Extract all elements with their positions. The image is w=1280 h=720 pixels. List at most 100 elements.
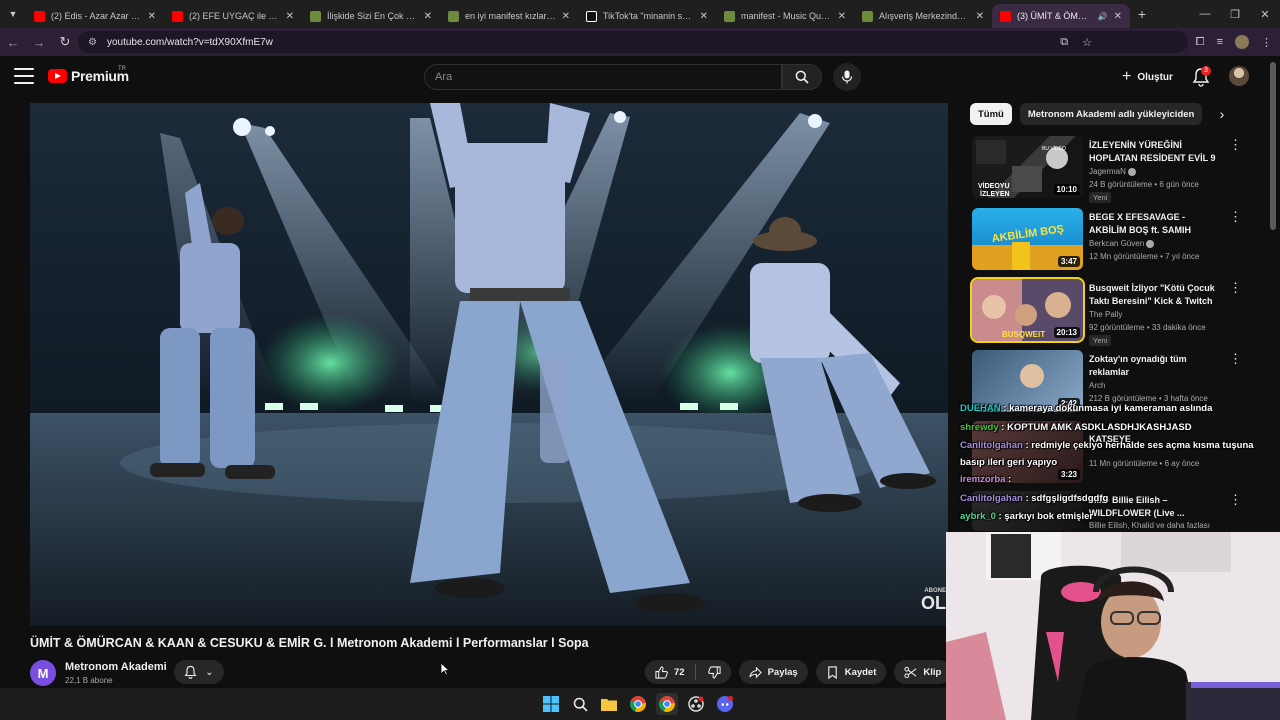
recommendation-item[interactable]: VİDEOYU İZLEYEN BU VİDEO 10:10 İZLEYENİN Y… <box>970 136 1250 203</box>
notification-preference-button[interactable]: ⌄ <box>174 660 224 684</box>
chrome-glyph <box>630 696 646 712</box>
browser-tab[interactable]: TikTok'ta "minanin sevgilis ✕ <box>578 4 716 28</box>
browser-tab[interactable]: (2) Edis - Azar Azar (Offic ✕ <box>26 4 164 28</box>
tab-close-icon[interactable]: ✕ <box>838 11 846 22</box>
clip-button[interactable]: Klip <box>894 660 952 684</box>
search-input[interactable] <box>425 65 781 89</box>
tab-close-icon[interactable]: ✕ <box>1114 11 1122 22</box>
chat-message: Canlitolgahan : sdfgşligdfsdgdfg <box>960 492 1109 504</box>
bookmark-star-icon[interactable]: ☆ <box>1082 36 1092 49</box>
svg-text:İZLEYEN: İZLEYEN <box>980 190 1010 198</box>
forward-icon[interactable]: → <box>26 35 52 50</box>
reload-icon[interactable]: ↻ <box>52 34 78 50</box>
windows-start-icon[interactable] <box>540 693 562 715</box>
tab-close-icon[interactable]: ✕ <box>148 11 156 22</box>
browser-tab[interactable]: manifest - Music Quiz - Ci ✕ <box>716 4 854 28</box>
thumbs-down-icon[interactable] <box>707 665 721 679</box>
recommendation-title[interactable]: Busqweit İzliyor "Kötü Çocuk Taktı Beres… <box>1089 282 1221 308</box>
youtube-header: Premium TR + Oluştur 3 <box>0 56 1280 98</box>
extensions-icon[interactable]: ⧠ <box>1196 36 1205 49</box>
share-button[interactable]: Paylaş <box>738 660 808 684</box>
save-button[interactable]: Kaydet <box>815 660 887 684</box>
site-favicon-icon <box>862 10 873 22</box>
speaker-icon[interactable]: 🔊 <box>1098 12 1108 21</box>
obs-icon[interactable] <box>685 693 707 715</box>
more-options-icon[interactable]: ⋮ <box>1229 138 1242 151</box>
video-thumbnail[interactable]: VİDEOYU İZLEYEN BU VİDEO 10:10 <box>972 136 1083 198</box>
subscribe-watermark: ABONE OL <box>921 588 946 612</box>
new-tab-button[interactable]: + <box>1130 6 1154 22</box>
recommendation-channel[interactable]: Berkcan Güven <box>1089 239 1155 248</box>
profile-avatar-icon[interactable] <box>1235 35 1249 49</box>
browser-tab[interactable]: Alışveriş Merkezinde Han ✕ <box>854 4 992 28</box>
channel-name[interactable]: Metronom Akademi <box>65 661 167 673</box>
recommendation-channel[interactable]: JagermaN <box>1089 167 1136 176</box>
channel-avatar[interactable]: M <box>30 660 56 686</box>
video-title: ÜMİT & ÖMÜRCAN & KAAN & CESUKU & EMİR G.… <box>30 636 589 650</box>
chat-message: aybrk_0 : şarkıyı bok etmişler <box>960 511 1094 522</box>
address-bar: ← → ↻ ⚙ youtube.com/watch?v=tdX90XfmE7w … <box>0 28 1280 56</box>
cast-icon[interactable]: ⧉ <box>1060 36 1068 49</box>
file-explorer-icon[interactable] <box>598 693 620 715</box>
recommendation-title[interactable]: İZLEYENİN YÜREĞİNİ HOPLATAN RESİDENT EVİ… <box>1089 139 1221 165</box>
restore-icon[interactable]: ❐ <box>1220 0 1250 28</box>
tab-title: (2) Edis - Azar Azar (Offic <box>51 11 142 21</box>
chat-message: shrewdy : KOPTUM AMK ASDKLASDHJKASHJASD <box>960 421 1192 433</box>
thumbs-up-icon[interactable] <box>655 665 668 679</box>
create-button[interactable]: + Oluştur <box>1116 64 1179 90</box>
more-options-icon[interactable]: ⋮ <box>1229 281 1242 294</box>
tab-close-icon[interactable]: ✕ <box>286 11 294 22</box>
recommendation-meta: 24 B görüntüleme • 6 gün önce <box>1089 180 1199 189</box>
minimize-icon[interactable]: — <box>1190 0 1220 28</box>
menu-icon[interactable] <box>14 68 34 84</box>
browser-menu-icon[interactable]: ⋮ <box>1261 36 1272 49</box>
browser-tab[interactable]: (2) EFE UYGAÇ ile SINIRSI ✕ <box>164 4 302 28</box>
tab-search-button[interactable]: ▼ <box>0 0 26 28</box>
chrome-icon[interactable] <box>627 693 649 715</box>
taskbar-search-glyph <box>573 697 588 712</box>
youtube-logo[interactable]: Premium TR <box>48 66 129 84</box>
tab-close-icon[interactable]: ✕ <box>976 11 984 22</box>
scissors-icon <box>904 666 917 678</box>
browser-tab[interactable]: en iyi manifest kızları tiktok ✕ <box>440 4 578 28</box>
more-options-icon[interactable]: ⋮ <box>1229 210 1242 223</box>
tab-close-icon[interactable]: ✕ <box>700 11 708 22</box>
chevron-right-icon[interactable]: › <box>1212 104 1232 124</box>
video-player[interactable]: ABONE OL <box>30 103 948 626</box>
search-icon[interactable] <box>569 693 591 715</box>
webcam-overlay <box>946 532 1280 720</box>
recommendation-channel[interactable]: The Pally <box>1089 310 1122 319</box>
recommendation-title[interactable]: BEGE X EFESAVAGE -AKBİLİM BOŞ ft. SAMIH <box>1089 211 1221 237</box>
stream-chat-overlay: DUEHAN : kameraya dokunmasa iyi kamerama… <box>960 400 1280 527</box>
recommendation-title[interactable]: Zoktay'ın oynadığı tüm reklamlar <box>1089 353 1221 379</box>
create-label: Oluştur <box>1137 71 1173 83</box>
chrome-profile-icon[interactable] <box>656 693 678 715</box>
discord-icon[interactable] <box>714 693 736 715</box>
video-thumbnail[interactable]: BUSQWEIT 20:13 <box>970 277 1085 343</box>
close-window-icon[interactable]: ✕ <box>1250 0 1280 28</box>
page-scrollbar[interactable] <box>1270 62 1276 230</box>
bell-icon <box>184 665 197 679</box>
browser-tab-active[interactable]: (3) ÜMİT & ÖMÜRCAN 🔊 ✕ <box>992 4 1130 28</box>
chip-from-uploader[interactable]: Metronom Akademi adlı yükleyiciden <box>1019 103 1203 125</box>
site-info-icon[interactable]: ⚙ <box>88 37 97 48</box>
svg-text:BUSQWEIT: BUSQWEIT <box>1002 330 1045 339</box>
voice-search-button[interactable] <box>833 63 861 91</box>
recommendation-channel[interactable]: Arch <box>1089 381 1105 390</box>
chat-message: DUEHAN : kameraya dokunmasa iyi kamerama… <box>960 403 1213 414</box>
recommendation-item[interactable]: AKBİLİM BOŞ 3:47 BEGE X EFESAVAGE -AKBİL… <box>970 208 1250 272</box>
url-field[interactable]: ⚙ youtube.com/watch?v=tdX90XfmE7w ⧉ ☆ <box>78 31 1188 53</box>
more-options-icon[interactable]: ⋮ <box>1229 352 1242 365</box>
video-thumbnail[interactable]: AKBİLİM BOŞ 3:47 <box>972 208 1083 270</box>
search-button[interactable] <box>782 64 822 90</box>
browser-tab[interactable]: İlişkide Sizi En Çok Rahatsı ✕ <box>302 4 440 28</box>
like-dislike-group: 72 <box>645 660 731 684</box>
recommendation-item[interactable]: BUSQWEIT 20:13 Busqweit İzliyor "Kötü Ço… <box>970 277 1250 346</box>
chip-all[interactable]: Tümü <box>970 103 1012 125</box>
like-count[interactable]: 72 <box>674 667 685 678</box>
media-controls-icon[interactable]: ≡ <box>1217 36 1223 48</box>
tab-close-icon[interactable]: ✕ <box>424 11 432 22</box>
tab-close-icon[interactable]: ✕ <box>562 11 570 22</box>
account-avatar[interactable] <box>1229 66 1249 86</box>
back-icon[interactable]: ← <box>0 35 26 50</box>
